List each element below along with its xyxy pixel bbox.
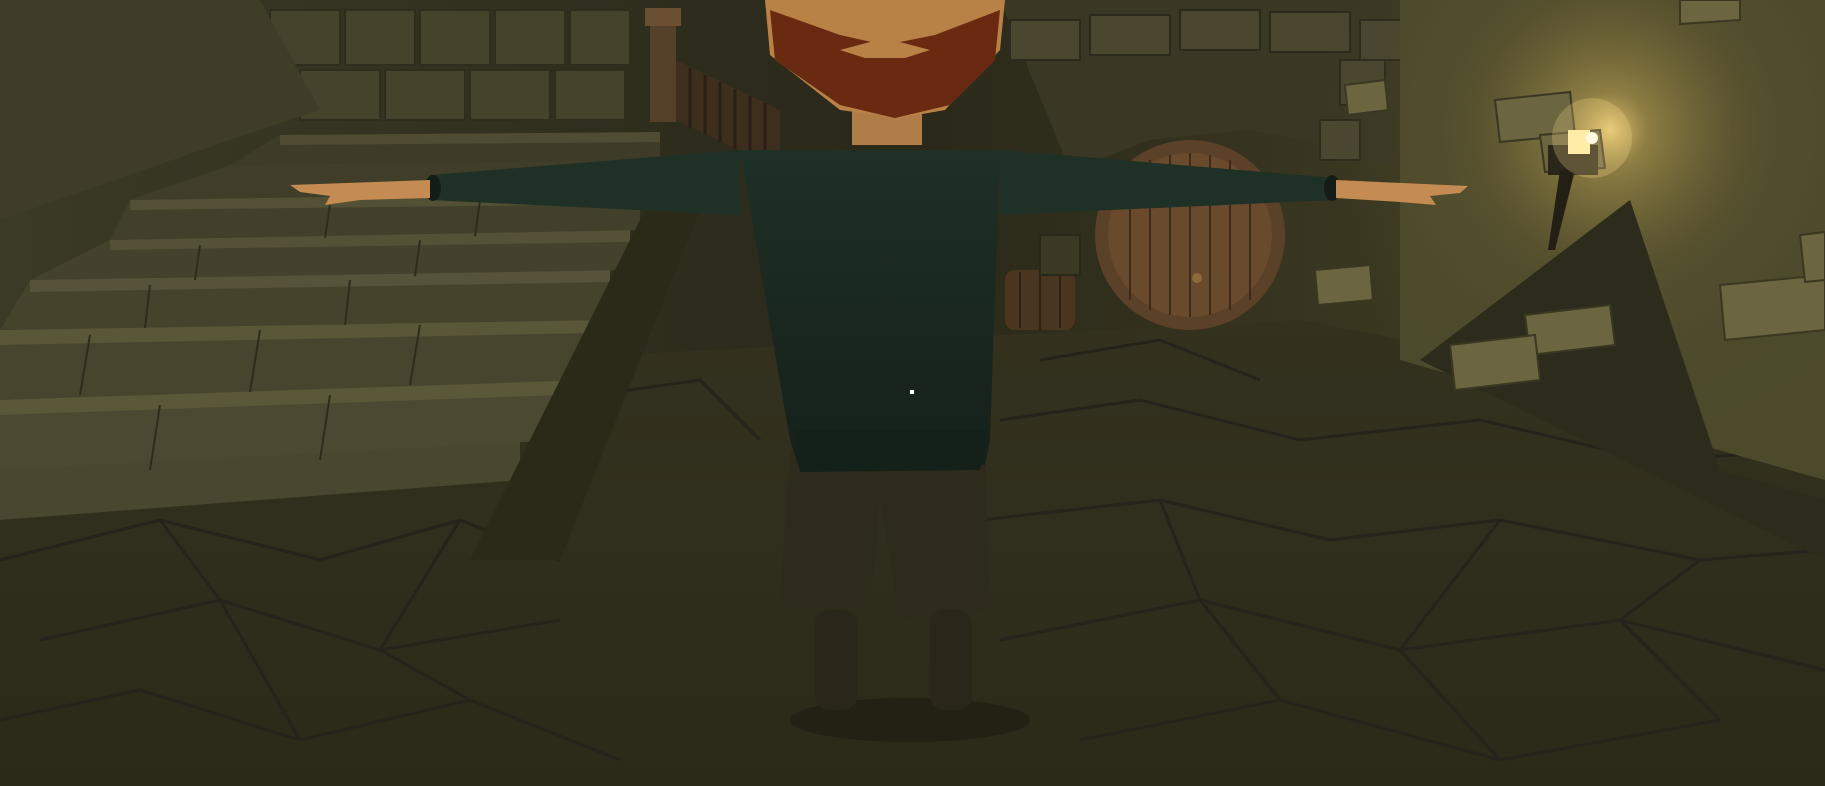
left-boot (815, 610, 857, 710)
game-viewport[interactable] (0, 0, 1825, 786)
crate (1039, 234, 1081, 276)
small-barrel (1005, 270, 1075, 330)
upper-wall-stones (269, 9, 631, 121)
right-boot (930, 610, 972, 710)
crosshair-dot (910, 390, 914, 394)
